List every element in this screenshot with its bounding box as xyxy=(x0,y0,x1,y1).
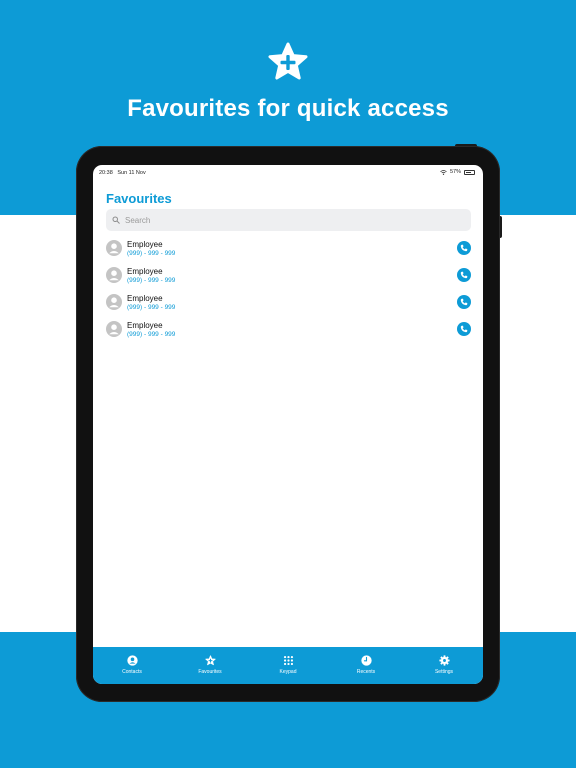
contact-name: Employee xyxy=(127,321,163,330)
list-item[interactable]: Employee (999) - 999 - 999 xyxy=(106,264,471,291)
wifi-icon xyxy=(440,169,447,175)
avatar-icon xyxy=(106,267,122,283)
app-screen: 20:38 Sun 11 Nov 57% Favourites Search E… xyxy=(93,165,483,684)
tab-bar: Contacts Favourites Keypad Recents Setti… xyxy=(93,647,483,684)
call-button[interactable] xyxy=(457,241,471,255)
page-title: Favourites xyxy=(106,191,172,206)
status-time: 20:38 xyxy=(99,170,113,176)
list-item[interactable]: Employee (999) - 999 - 999 xyxy=(106,237,471,264)
contact-phone: (999) - 999 - 999 xyxy=(127,331,176,338)
tab-label: Favourites xyxy=(198,669,222,675)
contact-phone: (999) - 999 - 999 xyxy=(127,250,176,257)
phone-icon xyxy=(460,244,468,252)
status-indicators: 57% xyxy=(440,169,475,175)
phone-icon xyxy=(460,325,468,333)
phone-icon xyxy=(460,271,468,279)
tablet-device-frame: 20:38 Sun 11 Nov 57% Favourites Search E… xyxy=(76,146,500,702)
tab-label: Recents xyxy=(356,669,376,675)
call-button[interactable] xyxy=(457,268,471,282)
favourites-list: Employee (999) - 999 - 999 Employee (999… xyxy=(106,237,471,345)
status-bar: 20:38 Sun 11 Nov 57% xyxy=(93,165,483,181)
status-time-date: 20:38 Sun 11 Nov xyxy=(99,170,146,176)
tab-recents[interactable]: Recents xyxy=(327,647,405,684)
keypad-icon xyxy=(283,655,293,666)
tab-favourites[interactable]: Favourites xyxy=(171,647,249,684)
tab-contacts[interactable]: Contacts xyxy=(93,647,171,684)
star-icon xyxy=(204,655,216,666)
list-item[interactable]: Employee (999) - 999 - 999 xyxy=(106,318,471,345)
tab-keypad[interactable]: Keypad xyxy=(249,647,327,684)
avatar-icon xyxy=(106,321,122,337)
tab-label: Contacts xyxy=(122,669,142,675)
search-input[interactable] xyxy=(125,215,445,225)
tab-settings[interactable]: Settings xyxy=(405,647,483,684)
search-icon xyxy=(112,216,120,224)
avatar-icon xyxy=(106,240,122,256)
search-bar[interactable] xyxy=(106,209,471,231)
contact-name: Employee xyxy=(127,294,163,303)
tab-label: Keypad xyxy=(279,669,297,675)
person-circle-icon xyxy=(126,655,138,666)
gear-icon xyxy=(438,655,450,666)
phone-icon xyxy=(460,298,468,306)
tab-label: Settings xyxy=(434,669,454,675)
call-button[interactable] xyxy=(457,322,471,336)
battery-icon xyxy=(464,169,475,175)
hero-title: Favourites for quick access xyxy=(127,95,449,122)
star-plus-icon xyxy=(268,42,308,80)
call-button[interactable] xyxy=(457,295,471,309)
status-date: Sun 11 Nov xyxy=(117,170,146,176)
clock-icon xyxy=(360,655,372,666)
battery-percent: 57% xyxy=(449,169,461,175)
contact-name: Employee xyxy=(127,267,163,276)
contact-phone: (999) - 999 - 999 xyxy=(127,277,176,284)
contact-phone: (999) - 999 - 999 xyxy=(127,304,176,311)
list-item[interactable]: Employee (999) - 999 - 999 xyxy=(106,291,471,318)
contact-name: Employee xyxy=(127,240,163,249)
avatar-icon xyxy=(106,294,122,310)
